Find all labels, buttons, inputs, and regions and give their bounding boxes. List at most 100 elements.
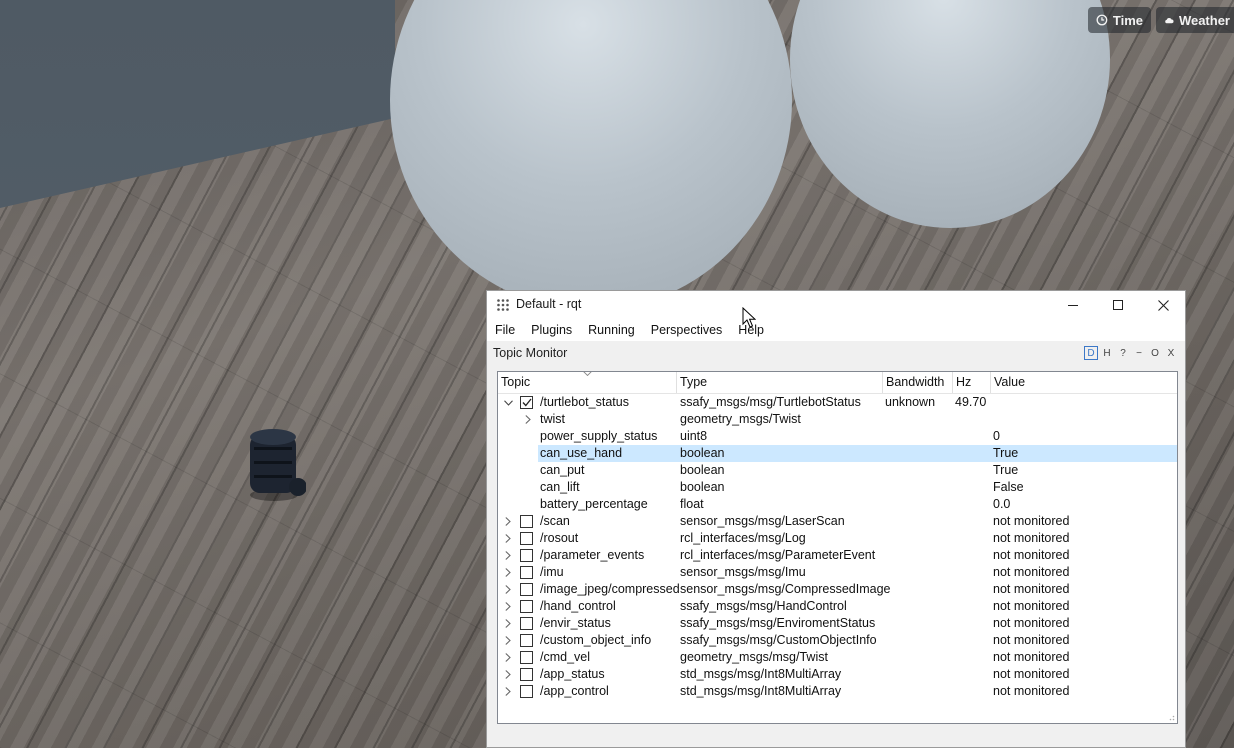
chevron-right-icon[interactable] — [502, 547, 514, 564]
column-bandwidth[interactable]: Bandwidth — [883, 372, 953, 393]
menu-plugins[interactable]: Plugins — [523, 323, 580, 337]
table-row[interactable]: /imu sensor_msgs/msg/Imu not monitored — [498, 564, 1177, 581]
maximize-button[interactable] — [1095, 291, 1141, 319]
time-button[interactable]: Time — [1088, 7, 1151, 33]
table-row[interactable]: can_put boolean True — [498, 462, 1177, 479]
monitor-checkbox[interactable] — [520, 600, 533, 613]
topic-value: True — [993, 463, 1019, 477]
chevron-right-icon[interactable] — [502, 632, 514, 649]
float-panel-button[interactable]: O — [1148, 346, 1162, 360]
topic-type: std_msgs/msg/Int8MultiArray — [680, 667, 842, 681]
chevron-right-icon[interactable] — [502, 513, 514, 530]
column-topic[interactable]: Topic — [498, 372, 677, 393]
table-row[interactable]: /cmd_vel geometry_msgs/msg/Twist not monit… — [498, 649, 1177, 666]
chevron-right-icon[interactable] — [522, 411, 534, 428]
table-rows: /turtlebot_status ssafy_msgs/msg/Turtlebo… — [498, 394, 1177, 700]
topic-type: sensor_msgs/msg/CompressedImage — [680, 582, 891, 596]
topic-value: False — [993, 480, 1024, 494]
monitor-checkbox[interactable] — [520, 566, 533, 579]
topic-name: /custom_object_info — [540, 633, 652, 647]
chevron-right-icon[interactable] — [502, 598, 514, 615]
checkmark-icon — [522, 398, 532, 407]
monitor-checkbox[interactable] — [520, 396, 533, 409]
table-row[interactable]: /envir_status ssafy_msgs/msg/EnviromentSt… — [498, 615, 1177, 632]
topic-name: /imu — [540, 565, 564, 579]
chevron-right-icon[interactable] — [502, 666, 514, 683]
topic-type: ssafy_msgs/msg/EnviromentStatus — [680, 616, 876, 630]
topic-type: sensor_msgs/msg/Imu — [680, 565, 806, 579]
topic-name: can_put — [540, 463, 585, 477]
dock-button-h[interactable]: H — [1100, 346, 1114, 360]
table-row[interactable]: /parameter_events rcl_interfaces/msg/Para… — [498, 547, 1177, 564]
table-row[interactable]: twist geometry_msgs/Twist — [498, 411, 1177, 428]
mouse-pointer-icon — [742, 307, 756, 328]
monitor-checkbox[interactable] — [520, 583, 533, 596]
close-panel-button[interactable]: X — [1164, 346, 1178, 360]
topic-name: /envir_status — [540, 616, 611, 630]
topic-bandwidth: unknown — [885, 395, 936, 409]
monitor-checkbox[interactable] — [520, 685, 533, 698]
weather-button[interactable]: Weather — [1156, 7, 1234, 33]
table-row[interactable]: /custom_object_info ssafy_msgs/msg/Custom… — [498, 632, 1177, 649]
minimize-panel-button[interactable]: − — [1132, 346, 1146, 360]
table-row[interactable]: /scan sensor_msgs/msg/LaserScan not monito… — [498, 513, 1177, 530]
sort-indicator-icon — [583, 372, 592, 376]
close-icon — [1157, 299, 1169, 311]
table-row[interactable]: /app_status std_msgs/msg/Int8MultiArray no… — [498, 666, 1177, 683]
menu-file[interactable]: File — [487, 323, 523, 337]
monitor-checkbox[interactable] — [520, 549, 533, 562]
table-header: Topic Type Bandwidth Hz Value — [498, 372, 1177, 394]
menu-perspectives[interactable]: Perspectives — [643, 323, 731, 337]
topic-value: not monitored — [993, 633, 1070, 647]
topic-value: not monitored — [993, 684, 1070, 698]
topic-tree[interactable]: Topic Type Bandwidth Hz Value /turtlebot… — [497, 371, 1178, 724]
topic-value: not monitored — [993, 650, 1070, 664]
topic-type: boolean — [680, 463, 725, 477]
minimize-button[interactable] — [1050, 291, 1096, 319]
chevron-right-icon[interactable] — [502, 581, 514, 598]
selection-highlight — [538, 445, 1177, 462]
column-type[interactable]: Type — [677, 372, 883, 393]
table-row[interactable]: power_supply_status uint8 0 — [498, 428, 1177, 445]
table-row[interactable]: /hand_control ssafy_msgs/msg/HandControl n… — [498, 598, 1177, 615]
topic-type: ssafy_msgs/msg/CustomObjectInfo — [680, 633, 877, 647]
app-grid-icon — [497, 299, 509, 311]
chevron-down-icon[interactable] — [502, 394, 514, 411]
topic-value: not monitored — [993, 565, 1070, 579]
chevron-right-icon[interactable] — [502, 564, 514, 581]
window-titlebar[interactable]: Default - rqt — [487, 291, 1185, 319]
topic-type: boolean — [680, 446, 725, 460]
topic-name: /parameter_events — [540, 548, 645, 562]
menu-running[interactable]: Running — [580, 323, 643, 337]
topic-name: /scan — [540, 514, 570, 528]
monitor-checkbox[interactable] — [520, 532, 533, 545]
monitor-checkbox[interactable] — [520, 668, 533, 681]
table-row[interactable]: can_use_hand boolean True — [498, 445, 1177, 462]
monitor-checkbox[interactable] — [520, 634, 533, 647]
table-row[interactable]: /image_jpeg/compressed sensor_msgs/msg/Co… — [498, 581, 1177, 598]
table-row[interactable]: battery_percentage float 0.0 — [498, 496, 1177, 513]
column-value[interactable]: Value — [991, 372, 1177, 393]
monitor-checkbox[interactable] — [520, 515, 533, 528]
topic-name: battery_percentage — [540, 497, 648, 511]
table-row[interactable]: /app_control std_msgs/msg/Int8MultiArray n… — [498, 683, 1177, 700]
topic-name: can_lift — [540, 480, 580, 494]
chevron-right-icon[interactable] — [502, 615, 514, 632]
help-button[interactable]: ? — [1116, 346, 1130, 360]
monitor-checkbox[interactable] — [520, 651, 533, 664]
table-row[interactable]: can_lift boolean False — [498, 479, 1177, 496]
table-row[interactable]: /rosout rcl_interfaces/msg/Log not monitor… — [498, 530, 1177, 547]
topic-name: power_supply_status — [540, 429, 658, 443]
column-hz[interactable]: Hz — [953, 372, 991, 393]
chevron-right-icon[interactable] — [502, 683, 514, 700]
topic-type: boolean — [680, 480, 725, 494]
dock-button-d[interactable]: D — [1084, 346, 1098, 360]
monitor-checkbox[interactable] — [520, 617, 533, 630]
chevron-right-icon[interactable] — [502, 530, 514, 547]
resize-grip-icon[interactable] — [1167, 713, 1175, 721]
panel-title: Topic Monitor — [493, 346, 568, 360]
table-row[interactable]: /turtlebot_status ssafy_msgs/msg/Turtlebo… — [498, 394, 1177, 411]
menu-bar: File Plugins Running Perspectives Help — [487, 319, 1185, 341]
chevron-right-icon[interactable] — [502, 649, 514, 666]
close-button[interactable] — [1140, 291, 1186, 319]
